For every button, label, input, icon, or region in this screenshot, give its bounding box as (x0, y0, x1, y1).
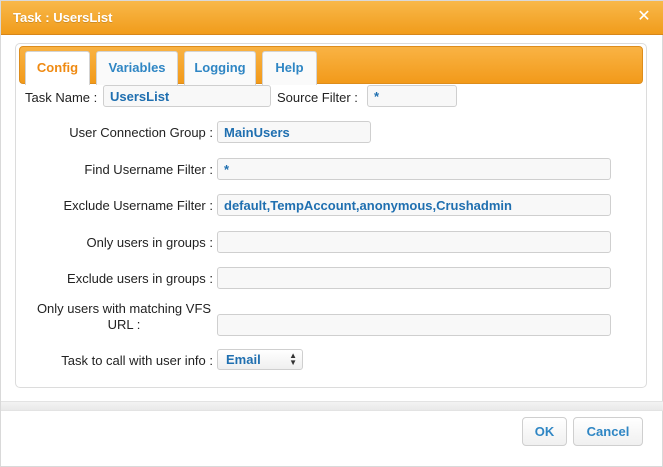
cancel-button[interactable]: Cancel (573, 417, 643, 446)
dialog-titlebar[interactable]: Task : UsersList ✕ (1, 1, 663, 35)
source-filter-input[interactable] (367, 85, 457, 107)
only-users-in-groups-label: Only users in groups : (86, 235, 213, 250)
exclude-users-in-groups-label: Exclude users in groups : (67, 271, 213, 286)
task-dialog: Task : UsersList ✕ Config Variables Logg… (0, 0, 663, 467)
only-users-matching-vfs-url-label: Only users with matching VFS URL : (36, 301, 212, 332)
tab-config[interactable]: Config (25, 51, 90, 85)
only-users-in-groups-input[interactable] (217, 231, 611, 253)
source-filter-label: Source Filter : (277, 90, 358, 105)
only-users-matching-vfs-url-input[interactable] (217, 314, 611, 336)
footer-divider (1, 401, 663, 411)
exclude-users-in-groups-input[interactable] (217, 267, 611, 289)
find-username-filter-input[interactable] (217, 158, 611, 180)
exclude-username-filter-label: Exclude Username Filter : (63, 198, 213, 213)
select-arrows-icon: ▲ ▼ (289, 351, 297, 367)
close-icon[interactable]: ✕ (636, 9, 652, 25)
user-connection-group-label: User Connection Group : (69, 125, 213, 140)
task-to-call-select[interactable]: Email ▲ ▼ (217, 349, 303, 370)
ok-button[interactable]: OK (522, 417, 567, 446)
tab-help[interactable]: Help (262, 51, 317, 85)
exclude-username-filter-input[interactable] (217, 194, 611, 216)
user-connection-group-input[interactable] (217, 121, 371, 143)
task-name-label: Task Name : (25, 90, 98, 105)
find-username-filter-label: Find Username Filter : (84, 162, 213, 177)
dialog-title: Task : UsersList (13, 10, 113, 25)
task-to-call-label: Task to call with user info : (61, 353, 213, 368)
task-name-input[interactable] (103, 85, 271, 107)
tab-variables[interactable]: Variables (96, 51, 178, 85)
tab-logging[interactable]: Logging (184, 51, 256, 85)
tab-bar: Config Variables Logging Help (19, 46, 643, 85)
task-to-call-value: Email (226, 352, 261, 367)
